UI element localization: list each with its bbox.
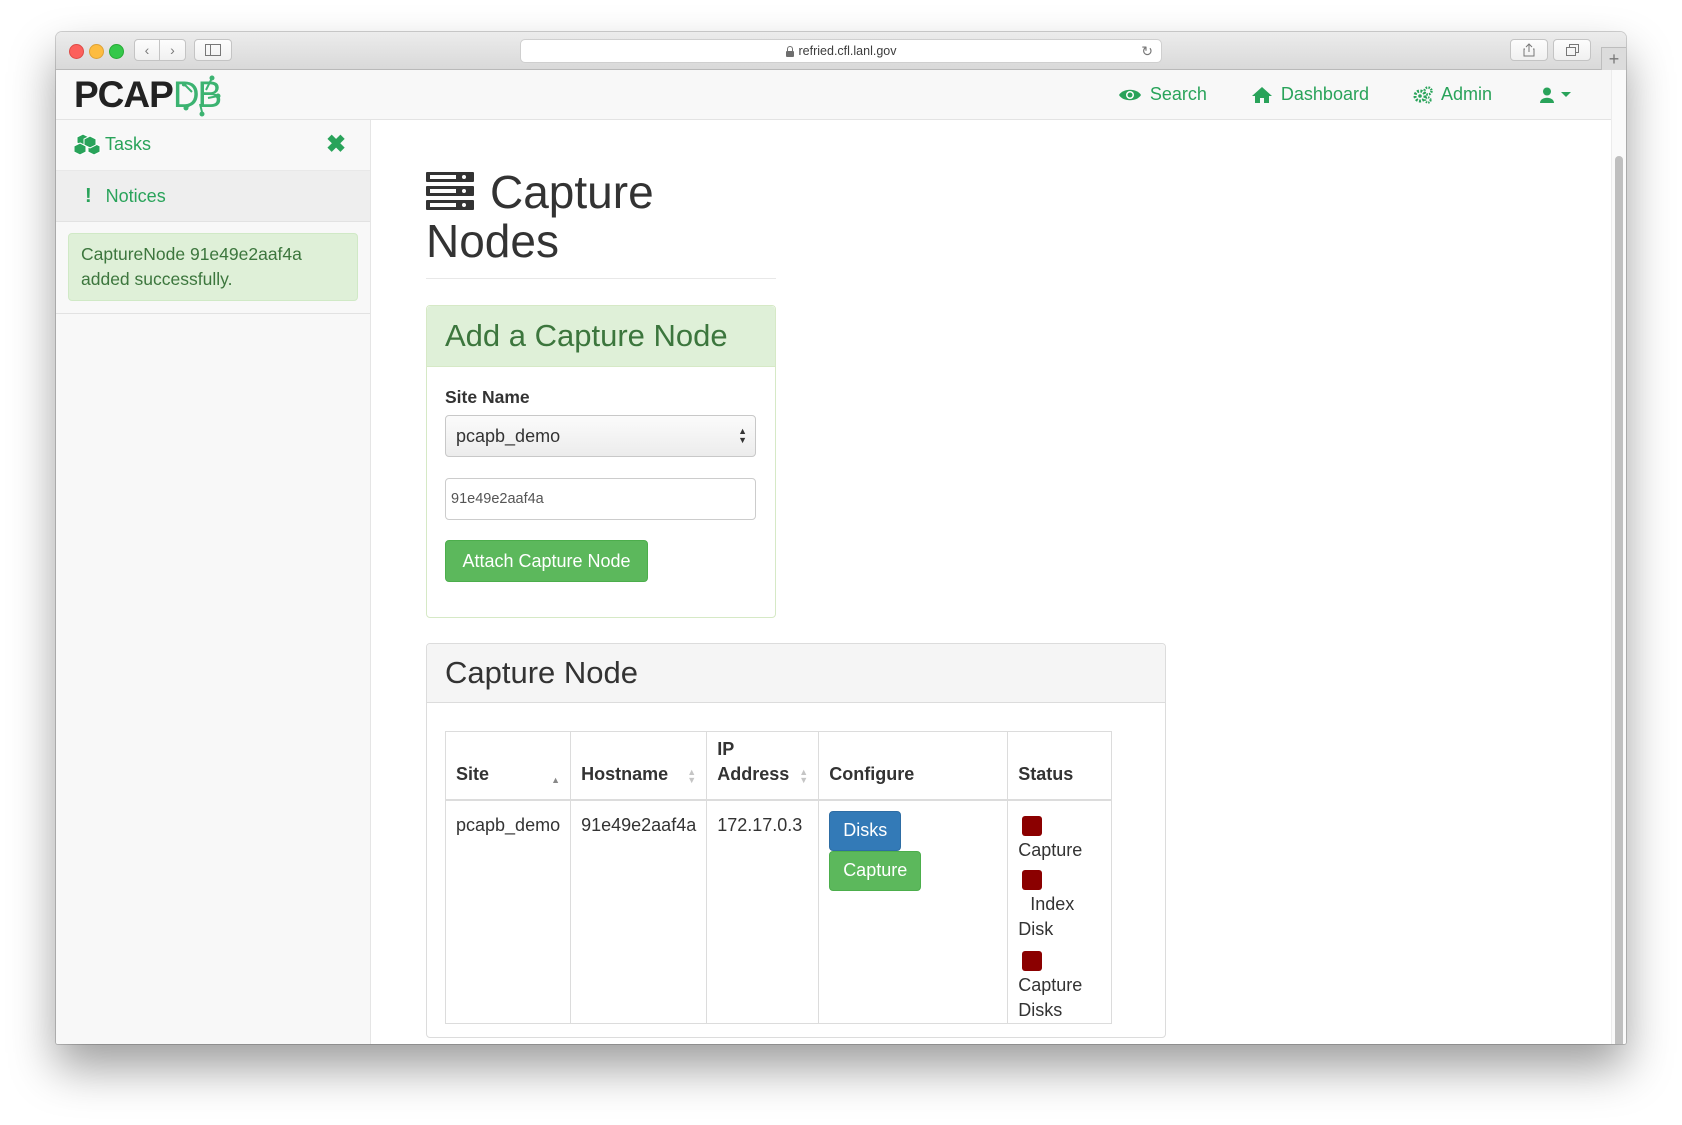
select-arrows-icon: ▲ ▼ [738, 426, 747, 445]
page-scrollbar[interactable] [1611, 70, 1626, 1044]
attach-capture-node-button[interactable]: Attach Capture Node [445, 540, 648, 582]
cubes-icon [74, 133, 101, 155]
capture-button[interactable]: Capture [829, 850, 922, 891]
zoom-window-button[interactable] [109, 44, 124, 59]
nodes-panel-heading: Capture Node [427, 644, 1165, 703]
title-divider [426, 278, 776, 279]
cell-ip: 172.17.0.3 [706, 799, 820, 1024]
scrollbar-thumb[interactable] [1615, 156, 1623, 1044]
sort-asc-icon: ▲ [551, 774, 561, 785]
url-text: refried.cfl.lanl.gov [798, 44, 897, 58]
close-window-button[interactable] [69, 44, 84, 59]
exclamation-icon: ! [85, 184, 92, 207]
col-hostname-label: Hostname [581, 763, 669, 784]
status-capture: Capture [1018, 813, 1101, 863]
user-menu-dropdown[interactable] [1540, 87, 1572, 103]
col-header-site[interactable]: Site ▲ [444, 731, 572, 801]
nav-search-label: Search [1149, 84, 1207, 104]
nav-search-link[interactable]: Search [1118, 84, 1207, 105]
nav-dashboard-link[interactable]: Dashboard [1251, 84, 1369, 105]
status-indicator-icon [1022, 950, 1043, 971]
notices-label: Notices [105, 185, 166, 206]
col-status-label: Status [1018, 763, 1074, 784]
hostname-input-value: 91e49e2aaf4a [451, 491, 544, 507]
col-header-ip-address[interactable]: IP Address ▲ ▼ [706, 731, 820, 801]
browser-toolbar: ‹ › refried.cfl.lanl.gov ↻ + [56, 32, 1626, 72]
col-configure-label: Configure [829, 763, 915, 784]
close-sidebar-icon[interactable]: ✖ [326, 130, 346, 159]
status-capture-label: Capture [1018, 839, 1083, 860]
logo-network-icon [182, 75, 221, 117]
nav-dashboard-label: Dashboard [1280, 84, 1369, 104]
lock-icon [785, 46, 794, 57]
table-row: pcapb_demo 91e49e2aaf4a 172.17.0.3 Disks… [444, 799, 1113, 1024]
share-icon [1523, 43, 1535, 57]
sidebar-header: Tasks ✖ [56, 120, 370, 171]
sidebar: Tasks ✖ ! Notices CaptureNode 91e49e2aaf… [56, 120, 371, 1044]
status-capture-disks-label: Capture Disks [1018, 974, 1083, 1020]
chevron-left-icon: ‹ [144, 42, 150, 58]
gears-icon [1413, 85, 1433, 104]
eye-icon [1118, 89, 1141, 100]
minimize-window-button[interactable] [89, 44, 104, 59]
cell-configure: Disks Capture [818, 799, 1009, 1024]
cell-site: pcapb_demo [444, 799, 572, 1024]
add-capture-node-panel: Add a Capture Node Site Name pcapb_demo … [426, 305, 776, 618]
nav-admin-label: Admin [1440, 84, 1492, 104]
caret-down-icon [1561, 91, 1571, 97]
forward-button[interactable]: › [160, 39, 186, 61]
home-icon [1251, 86, 1272, 103]
back-button[interactable]: ‹ [134, 39, 160, 61]
sidebar-toggle-button[interactable] [194, 39, 232, 61]
pcapdb-logo[interactable]: PCAPDB [74, 74, 222, 117]
col-header-configure: Configure [818, 731, 1009, 801]
reload-icon[interactable]: ↻ [1141, 43, 1153, 60]
sidebar-icon [205, 44, 221, 56]
new-tab-button[interactable]: + [1601, 47, 1626, 72]
col-header-status: Status [1007, 731, 1113, 801]
disks-button[interactable]: Disks [829, 810, 902, 851]
table-header-row: Site ▲ Hostname ▲▼ IP Address ▲▼ Confi [444, 731, 1113, 801]
user-icon [1540, 87, 1554, 103]
nav-admin-link[interactable]: Admin [1413, 84, 1492, 105]
site-name-selected-value: pcapb_demo [456, 425, 561, 446]
status-index-disk-label: Index Disk [1018, 893, 1075, 939]
chevron-right-icon: › [170, 42, 175, 58]
tasks-header[interactable]: Tasks [74, 133, 151, 155]
cell-hostname: 91e49e2aaf4a [570, 799, 708, 1024]
page-title: Capture Nodes [426, 168, 776, 266]
notices-header[interactable]: ! Notices [56, 171, 370, 222]
server-stack-icon [426, 171, 474, 210]
status-index-disk: Index Disk [1018, 867, 1101, 942]
sort-both-icon: ▲ ▼ [799, 766, 809, 785]
plus-icon: + [1608, 49, 1620, 69]
address-bar[interactable]: refried.cfl.lanl.gov ↻ [520, 39, 1162, 63]
add-panel-heading: Add a Capture Node [427, 306, 775, 367]
hostname-input[interactable]: 91e49e2aaf4a [445, 478, 756, 520]
col-site-label: Site [456, 763, 490, 784]
site-name-select[interactable]: pcapb_demo ▲ ▼ [445, 415, 756, 457]
sort-both-icon: ▲ ▼ [687, 766, 697, 785]
main-content: Capture Nodes Add a Capture Node Site Na… [371, 120, 1612, 1044]
app-navbar: PCAPDB Search Dashboard Admin [56, 70, 1612, 120]
col-ip-label: IP Address [717, 738, 790, 784]
share-button[interactable] [1510, 39, 1548, 61]
capture-node-table: Site ▲ Hostname ▲▼ IP Address ▲▼ Confi [444, 731, 1113, 1024]
capture-node-panel: Capture Node Site ▲ Hostname ▲ ▼ IP Addr… [426, 643, 1166, 1038]
logo-main: PCAP [74, 74, 174, 115]
status-indicator-icon [1022, 869, 1043, 890]
col-header-hostname[interactable]: Hostname ▲ ▼ [570, 731, 708, 801]
tab-overview-button[interactable] [1553, 39, 1591, 61]
success-alert: CaptureNode 91e49e2aaf4a added successfu… [68, 233, 358, 301]
site-name-label: Site Name [445, 387, 530, 407]
notice-list: CaptureNode 91e49e2aaf4a added successfu… [56, 222, 370, 314]
status-indicator-icon [1022, 815, 1043, 836]
tasks-label: Tasks [105, 133, 152, 154]
browser-window: ‹ › refried.cfl.lanl.gov ↻ + PCAPDB Sear… [56, 32, 1626, 1044]
cell-status: Capture Index Disk Capture Disks [1007, 799, 1113, 1024]
tabs-icon [1565, 44, 1579, 56]
status-capture-disks: Capture Disks [1018, 948, 1101, 1023]
